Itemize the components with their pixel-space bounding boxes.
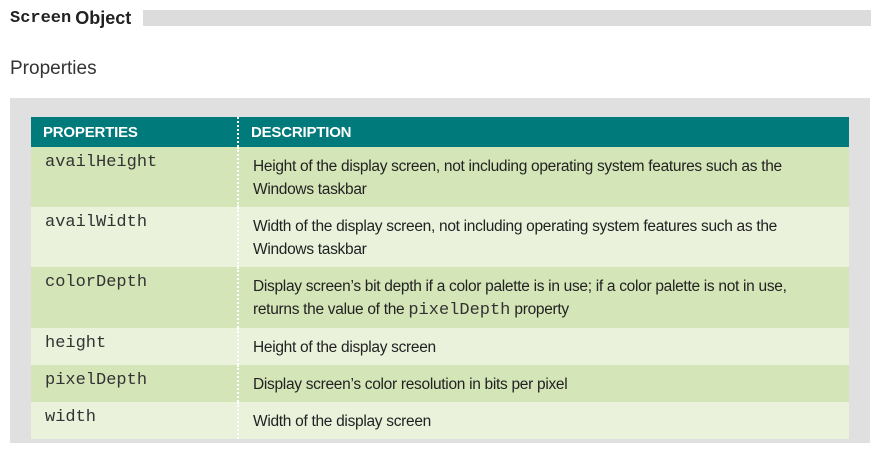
property-description: Width of the display screen	[238, 402, 849, 439]
page: Screen Object Properties PROPERTIES DESC…	[0, 0, 877, 452]
property-name: pixelDepth	[31, 365, 239, 402]
table-row: colorDepth Display screen’s bit depth if…	[31, 267, 849, 328]
properties-table: PROPERTIES DESCRIPTION availHeight Heigh…	[31, 117, 849, 439]
table-row: availWidth Width of the display screen, …	[31, 207, 849, 267]
column-header-description: DESCRIPTION	[238, 117, 849, 147]
column-header-properties: PROPERTIES	[31, 117, 239, 147]
property-description: Width of the display screen, not includi…	[238, 207, 849, 267]
title-rule-bar	[143, 10, 871, 26]
property-name: width	[31, 402, 239, 439]
table-row: availHeight Height of the display screen…	[31, 147, 849, 207]
table-header-row: PROPERTIES DESCRIPTION	[31, 117, 849, 147]
property-description: Display screen’s color resolution in bit…	[238, 365, 849, 402]
section-title-word: Object	[75, 7, 132, 28]
description-text: property	[510, 301, 569, 318]
property-name: colorDepth	[31, 267, 239, 328]
section-title-row: Screen Object	[10, 6, 871, 30]
table-row: height Height of the display screen	[31, 328, 849, 365]
description-code: pixelDepth	[408, 301, 511, 320]
property-name: availWidth	[31, 207, 239, 267]
table-row: width Width of the display screen	[31, 402, 849, 439]
property-description: Height of the display screen, not includ…	[238, 147, 849, 207]
table-panel: PROPERTIES DESCRIPTION availHeight Heigh…	[10, 98, 870, 443]
property-description: Display screen’s bit depth if a color pa…	[238, 267, 849, 328]
subheading-properties: Properties	[10, 58, 97, 79]
property-name: availHeight	[31, 147, 239, 207]
section-title-code: Screen	[10, 8, 72, 28]
table-row: pixelDepth Display screen’s color resolu…	[31, 365, 849, 402]
property-description: Height of the display screen	[238, 328, 849, 365]
property-name: height	[31, 328, 239, 365]
